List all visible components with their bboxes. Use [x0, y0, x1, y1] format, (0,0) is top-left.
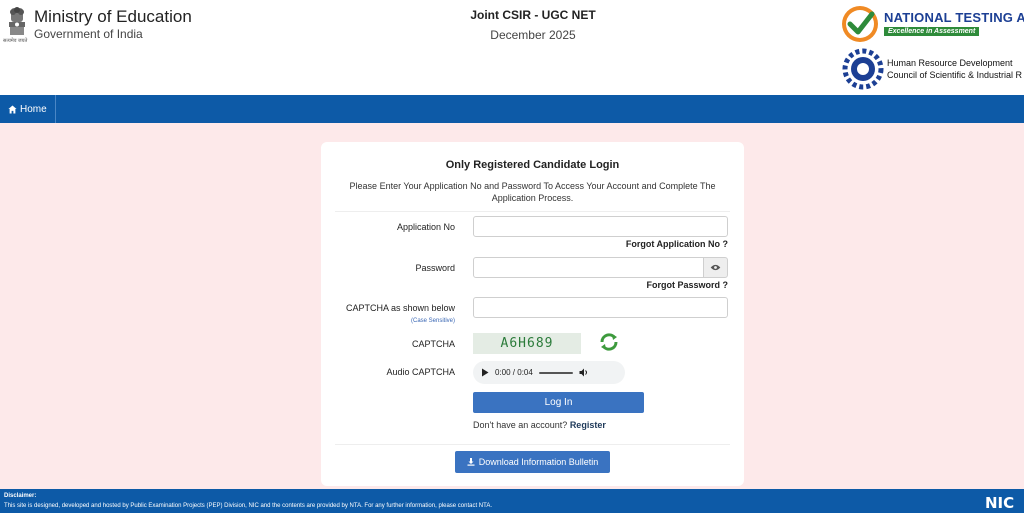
refresh-captcha-icon[interactable] — [598, 331, 620, 353]
login-subtitle: Please Enter Your Application No and Pas… — [349, 181, 716, 203]
captcha-image: A6H689 — [473, 333, 581, 354]
emblem-motto: सत्यमेव जयते — [3, 38, 28, 44]
csir-logo: Human Resource Development Council of Sc… — [842, 48, 1024, 90]
register-line: Don't have an account? Register — [473, 420, 606, 430]
register-link[interactable]: Register — [570, 420, 606, 430]
nta-logo: NATIONAL TESTING AG Excellence in Assess… — [840, 4, 1024, 44]
application-no-input[interactable] — [473, 216, 728, 237]
show-password-button[interactable] — [703, 257, 728, 278]
audio-captcha-label: Audio CAPTCHA — [386, 367, 455, 377]
nav-home-link[interactable]: Home — [0, 95, 56, 123]
disclaimer-title: Disclaimer: — [4, 493, 37, 499]
login-card: Only Registered Candidate Login Please E… — [321, 142, 744, 486]
csir-line2: Council of Scientific & Industrial R — [887, 70, 1023, 80]
captcha-input[interactable] — [473, 297, 728, 318]
nta-name: NATIONAL TESTING AG — [884, 10, 1024, 25]
nic-logo: NIC — [985, 494, 1015, 512]
case-sensitive-note: (Case Sensitive) — [410, 318, 455, 324]
play-icon[interactable] — [481, 368, 489, 377]
ministry-block: Ministry of Education Government of Indi… — [34, 7, 192, 41]
exam-session: December 2025 — [490, 28, 576, 42]
download-icon — [467, 458, 475, 466]
main-nav: Home — [0, 95, 1024, 123]
captcha-label: CAPTCHA — [411, 339, 455, 349]
disclaimer-text: This site is designed, developed and hos… — [4, 503, 493, 509]
nav-home-label: Home — [20, 103, 47, 115]
audio-captcha-player: 0:00 / 0:04 — [473, 361, 625, 384]
divider — [335, 211, 730, 212]
audio-progress-track[interactable] — [538, 371, 573, 374]
home-icon — [8, 104, 17, 114]
csir-text: Human Resource Development Council of Sc… — [887, 57, 1022, 81]
csir-gear-icon — [842, 48, 884, 90]
ministry-title: Ministry of Education — [34, 7, 192, 26]
site-header: सत्यमेव जयते Ministry of Education Gover… — [0, 0, 1024, 95]
csir-line1: Human Resource Development — [887, 58, 1013, 68]
volume-icon[interactable] — [579, 368, 589, 377]
captcha-input-label: CAPTCHA as shown below — [345, 303, 455, 313]
no-account-text: Don't have an account? — [473, 420, 568, 430]
password-input[interactable] — [473, 257, 704, 278]
nta-check-icon — [842, 6, 878, 42]
eye-icon — [710, 264, 721, 271]
nta-tagline: Excellence in Assessment — [884, 27, 980, 36]
divider — [335, 444, 730, 445]
forgot-application-link[interactable]: Forgot Application No ? — [626, 239, 728, 249]
application-no-label: Application No — [396, 222, 455, 232]
download-bulletin-label: Download Information Bulletin — [478, 457, 599, 467]
ministry-subtitle: Government of India — [34, 27, 143, 41]
login-title: Only Registered Candidate Login — [445, 159, 620, 171]
exam-title: Joint CSIR - UGC NET — [470, 8, 596, 22]
login-button[interactable]: Log In — [473, 392, 644, 413]
download-bulletin-button[interactable]: Download Information Bulletin — [455, 451, 610, 473]
site-footer: Disclaimer: This site is designed, devel… — [0, 489, 1024, 513]
audio-time: 0:00 / 0:04 — [495, 368, 533, 377]
forgot-password-link[interactable]: Forgot Password ? — [646, 280, 728, 290]
password-label: Password — [415, 263, 455, 273]
exam-title-block: Joint CSIR - UGC NET December 2025 — [433, 7, 633, 43]
